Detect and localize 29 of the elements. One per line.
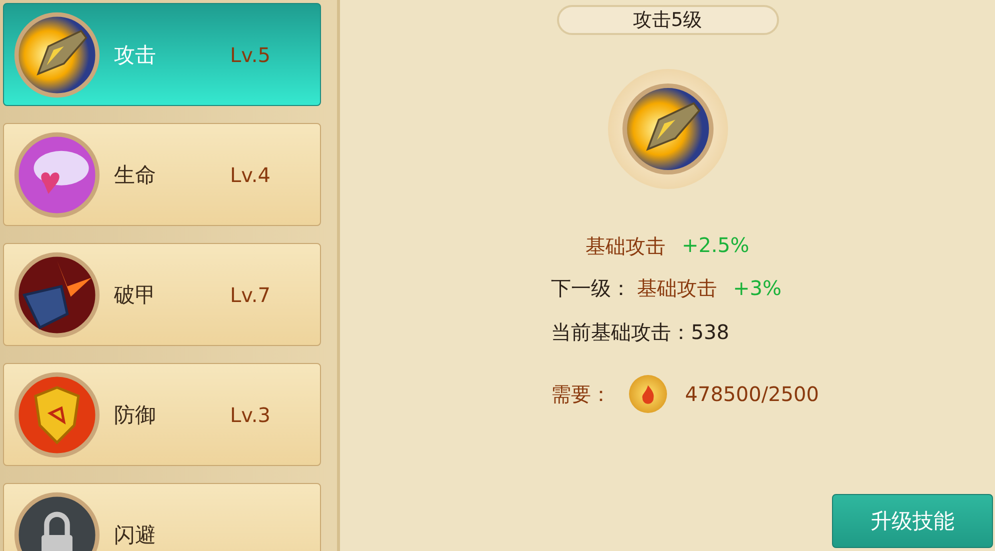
bonus-value: +2.5% [682,233,750,259]
shield-icon [14,372,100,458]
skill-item[interactable]: 闪避 [3,483,321,551]
skill-name: 生命 [114,162,157,188]
skill-item[interactable]: 防御 Lv.3 [3,363,321,466]
flame-coin-icon [629,375,667,413]
cost-amount: 478500/2500 [685,382,819,406]
skill-item[interactable]: 生命 Lv.4 [3,123,321,226]
blade-icon [14,12,100,98]
cracked-armor-icon [14,252,100,338]
current-stat: 当前基础攻击：538 [551,318,730,346]
skill-item[interactable]: 攻击 Lv.5 [3,3,321,106]
skill-level: Lv.7 [230,282,271,306]
heart-swirl-icon [14,132,100,218]
skill-level: Lv.5 [230,42,271,66]
cost-label: 需要： [551,380,611,408]
next-level-label: 下一级： [551,274,631,302]
skill-item[interactable]: 破甲 Lv.7 [3,243,321,346]
skill-level: Lv.4 [230,162,271,186]
bonus-stat: 基础攻击 [586,233,666,260]
skill-name: 闪避 [114,522,157,548]
next-level-value: +3% [733,276,782,300]
skill-name: 攻击 [114,42,157,68]
skill-title: 攻击5级 [556,5,778,35]
skill-level: Lv.3 [230,402,271,426]
blade-icon [622,83,714,175]
skill-name: 防御 [114,402,157,428]
skill-name: 破甲 [114,282,157,308]
next-level-stat: 基础攻击 [637,274,717,302]
